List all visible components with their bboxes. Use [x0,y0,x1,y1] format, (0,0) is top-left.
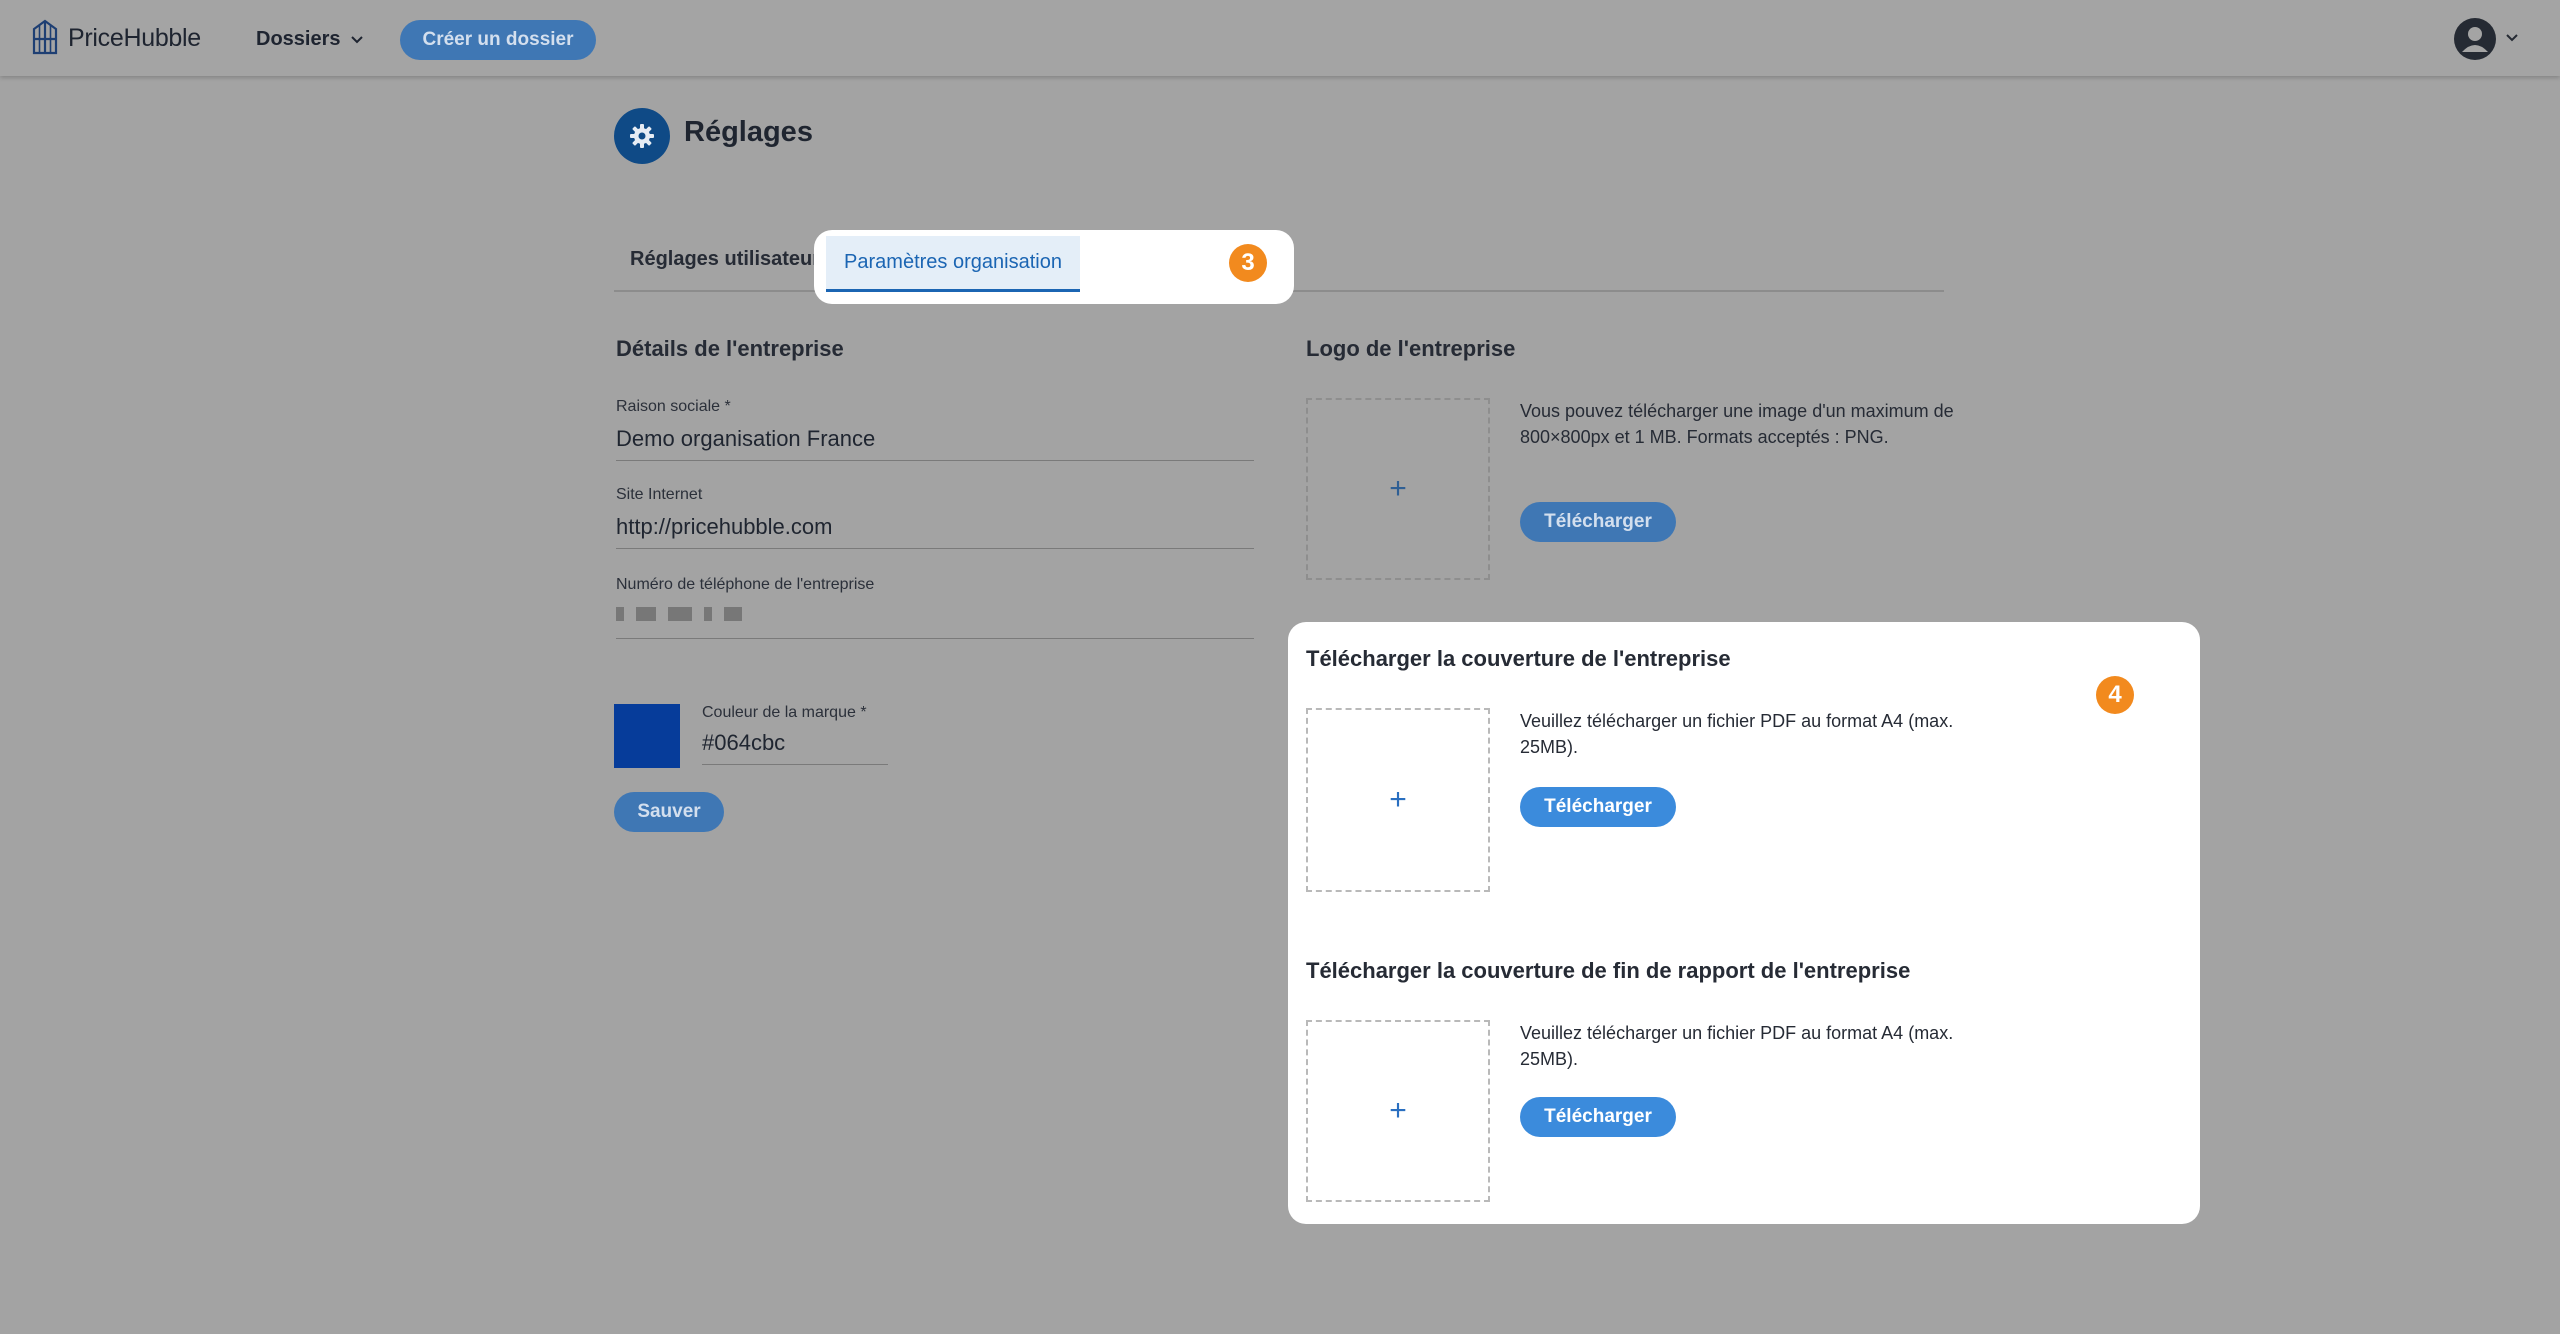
save-button[interactable]: Sauver [614,792,724,832]
cover-section-title: Télécharger la couverture de l'entrepris… [1306,646,1731,671]
avatar[interactable] [2454,18,2496,60]
phone-underline [616,638,1254,639]
user-icon [2462,27,2488,52]
tab-organisation-settings[interactable]: Paramètres organisation [826,236,1080,292]
nav-dossiers-label: Dossiers [256,27,341,50]
user-menu[interactable] [2454,18,2520,60]
company-details-title: Détails de l'entreprise [616,336,844,361]
cover-upload-button[interactable]: Télécharger [1520,787,1676,827]
end-cover-description: Veuillez télécharger un fichier PDF au f… [1520,1023,1954,1069]
chevron-down-icon [2506,33,2518,41]
website-field[interactable]: http://pricehubble.com [616,514,832,540]
cover-dropzone[interactable]: + [1306,708,1490,892]
brand-name: PriceHubble [68,23,201,52]
company-name-underline [616,460,1254,461]
phone-label: Numéro de téléphone de l'entreprise [616,576,875,593]
plus-icon: + [1389,1094,1407,1127]
page-title: Réglages [684,116,813,148]
website-underline [616,548,1254,549]
end-cover-section-title: Télécharger la couverture de fin de rapp… [1306,958,1911,983]
logo-section-title: Logo de l'entreprise [1306,336,1516,361]
nav-dossiers-dropdown[interactable]: Dossiers [256,24,365,54]
user-menu-chevron[interactable] [2504,29,2520,50]
tour-step-badge: 3 [1229,244,1267,282]
brand-color-label: Couleur de la marque * [702,704,867,721]
top-bar: PriceHubble Dossiers Créer un dossier [0,0,2560,76]
brand-color-field[interactable]: #064cbc [702,730,785,756]
logo-description: Vous pouvez télécharger une image d'un m… [1520,401,1954,447]
tab-user-settings[interactable]: Réglages utilisateur [630,248,820,271]
logo-upload-button[interactable]: Télécharger [1520,502,1676,542]
cover-description: Veuillez télécharger un fichier PDF au f… [1520,711,1954,757]
brand-logo[interactable]: PriceHubble [30,18,201,58]
website-label: Site Internet [616,486,703,503]
gear-icon [630,124,654,148]
plus-icon: + [1389,472,1407,505]
brand-color-underline [702,764,888,765]
chevron-down-icon [350,36,363,44]
phone-field-redacted[interactable] [616,604,742,624]
company-name-label: Raison sociale * [616,398,731,415]
settings-page-icon [614,108,670,164]
company-name-field[interactable]: Demo organisation France [616,426,875,452]
create-dossier-button[interactable]: Créer un dossier [400,20,596,60]
end-cover-dropzone[interactable]: + [1306,1020,1490,1202]
brand-color-swatch[interactable] [614,704,680,768]
tour-step-badge: 4 [2096,676,2134,714]
plus-icon: + [1389,783,1407,816]
end-cover-upload-button[interactable]: Télécharger [1520,1097,1676,1137]
pricehubble-logo-icon [32,19,58,55]
logo-dropzone[interactable]: + [1306,398,1490,580]
